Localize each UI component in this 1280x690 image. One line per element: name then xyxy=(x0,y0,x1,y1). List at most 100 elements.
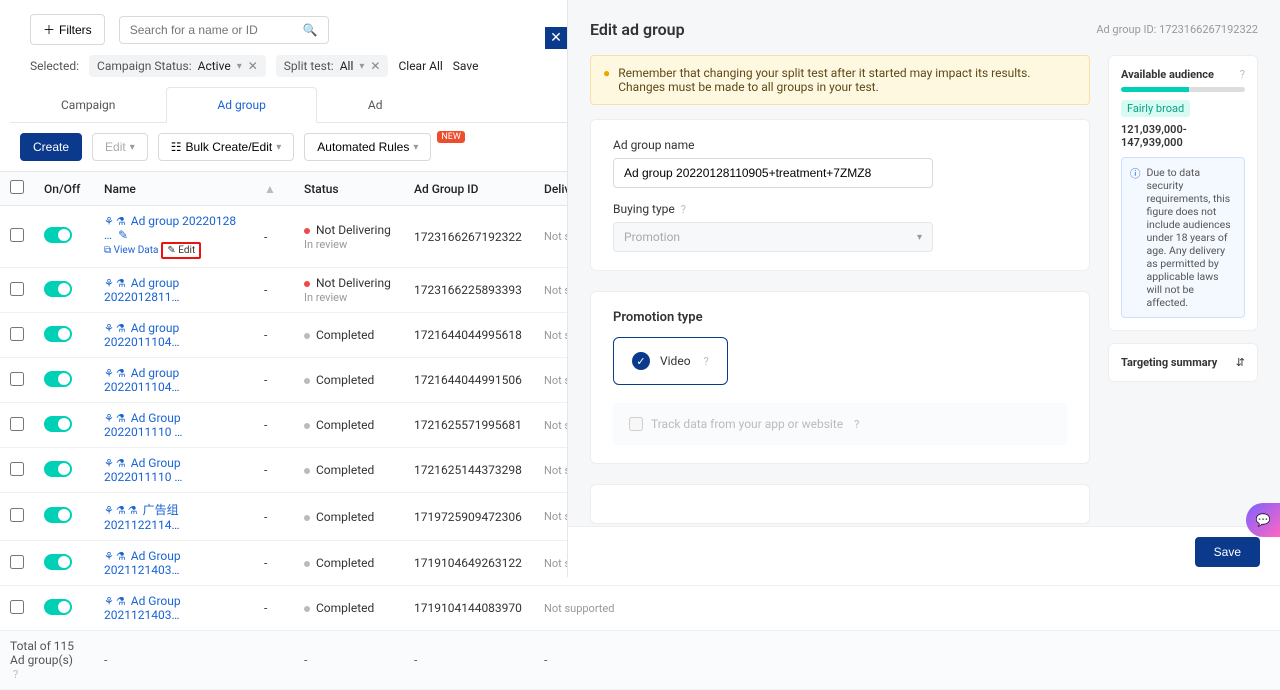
toggle-switch[interactable] xyxy=(44,281,72,297)
check-icon: ✓ xyxy=(632,352,650,370)
flask-icon: ⚗ xyxy=(116,277,126,290)
ad-group-name-input[interactable] xyxy=(613,158,933,188)
col-name[interactable]: Name xyxy=(94,172,254,206)
warn-cell: - xyxy=(254,586,294,631)
row-checkbox[interactable] xyxy=(10,555,24,569)
warning-icon: ● xyxy=(603,66,610,94)
edit-link-highlight[interactable]: ✎ Edit xyxy=(161,242,201,259)
promotion-type-title: Promotion type xyxy=(613,310,1067,325)
status-dot xyxy=(304,606,310,612)
toggle-switch[interactable] xyxy=(44,326,72,342)
name-cell: ⚘⚗ Ad group 2022011104… xyxy=(94,313,254,358)
search-input[interactable] xyxy=(130,23,303,37)
promotion-video-option[interactable]: ✓ Video ? xyxy=(613,337,728,385)
select-all-checkbox[interactable] xyxy=(10,180,24,194)
row-checkbox[interactable] xyxy=(10,327,24,341)
empty-card xyxy=(590,484,1090,524)
status-dot xyxy=(304,333,310,339)
create-button[interactable]: Create xyxy=(20,133,82,161)
warn-cell: - xyxy=(254,403,294,448)
chevron-down-icon: ▾ xyxy=(276,142,281,153)
save-filters-link[interactable]: Save xyxy=(453,59,479,73)
id-cell: 1723166267192322 xyxy=(404,206,534,268)
status-cell: Completed xyxy=(294,541,404,586)
plus-icon: ＋ xyxy=(43,21,55,38)
help-icon[interactable]: ? xyxy=(1240,68,1245,81)
flask-icon: ⚗ xyxy=(128,504,138,517)
close-icon[interactable]: ✕ xyxy=(248,59,258,73)
tab-ad-group[interactable]: Ad group xyxy=(166,87,316,123)
clear-all-link[interactable]: Clear All xyxy=(398,59,442,73)
bulk-create-edit-button[interactable]: ☷ Bulk Create/Edit ▾ xyxy=(158,133,295,161)
row-checkbox[interactable] xyxy=(10,372,24,386)
filters-button[interactable]: ＋Filters xyxy=(30,14,105,45)
status-dot xyxy=(304,468,310,474)
warn-cell: - xyxy=(254,358,294,403)
warning-icon: ▲ xyxy=(264,182,276,196)
track-checkbox xyxy=(629,417,643,431)
new-badge: NEW xyxy=(437,131,465,143)
row-checkbox[interactable] xyxy=(10,417,24,431)
row-checkbox[interactable] xyxy=(10,228,24,242)
toggle-switch[interactable] xyxy=(44,461,72,477)
selected-label: Selected: xyxy=(30,59,79,73)
id-cell: 1723166225893393 xyxy=(404,268,534,313)
toggle-switch[interactable] xyxy=(44,227,72,243)
toggle-switch[interactable] xyxy=(44,507,72,523)
people-icon: ⚘ xyxy=(104,595,114,608)
buying-type-label: Buying type ? xyxy=(613,202,1067,216)
warn-cell: - xyxy=(254,206,294,268)
filter-pill-campaign-status[interactable]: Campaign Status: Active ▾ ✕ xyxy=(89,55,266,77)
status-dot xyxy=(304,281,310,287)
status-dot xyxy=(304,515,310,521)
people-icon: ⚘ xyxy=(104,457,114,470)
help-icon[interactable]: ? xyxy=(704,355,709,368)
targeting-summary-box[interactable]: Targeting summary ⇵ xyxy=(1108,343,1258,382)
save-button[interactable]: Save xyxy=(1195,537,1260,567)
status-dot xyxy=(304,378,310,384)
promotion-type-card: Promotion type ✓ Video ? Track data from… xyxy=(590,291,1090,464)
pencil-icon[interactable]: ✎ xyxy=(118,228,128,242)
people-icon: ⚘ xyxy=(104,550,114,563)
toggle-switch[interactable] xyxy=(44,599,72,615)
col-onoff: On/Off xyxy=(34,172,94,206)
close-panel-button[interactable]: ✕ xyxy=(545,27,567,49)
audience-range: 121,039,000-147,939,000 xyxy=(1121,123,1245,149)
flask-icon: ⚗ xyxy=(116,412,126,425)
delivery-cell: Not supported xyxy=(534,586,1280,631)
row-checkbox[interactable] xyxy=(10,462,24,476)
audience-breadth-tag: Fairly broad xyxy=(1121,100,1190,117)
col-ad-group-id: Ad Group ID xyxy=(404,172,534,206)
row-checkbox[interactable] xyxy=(10,600,24,614)
info-icon: ⓘ xyxy=(1130,166,1141,309)
tab-campaign[interactable]: Campaign xyxy=(10,87,166,122)
search-input-wrap[interactable]: 🔍 xyxy=(119,16,329,44)
flask-icon: ⚗ xyxy=(116,215,126,228)
automated-rules-button[interactable]: Automated Rules ▾ xyxy=(304,133,431,161)
close-icon[interactable]: ✕ xyxy=(370,59,380,73)
edit-dropdown[interactable]: Edit ▾ xyxy=(92,133,148,161)
help-icon[interactable]: ? xyxy=(13,668,18,681)
chat-fab[interactable]: 💬 xyxy=(1246,503,1280,537)
people-icon: ⚘ xyxy=(104,412,114,425)
chevron-down-icon: ▾ xyxy=(359,61,364,72)
toggle-switch[interactable] xyxy=(44,554,72,570)
warn-cell: - xyxy=(254,448,294,493)
name-cell: ⚘⚗ Ad group 2022011104… xyxy=(94,358,254,403)
status-cell: Completed xyxy=(294,448,404,493)
row-checkbox[interactable] xyxy=(10,282,24,296)
tab-ad[interactable]: Ad xyxy=(317,87,434,122)
warning-alert: ● Remember that changing your split test… xyxy=(590,55,1090,105)
audience-info: ⓘ Due to data security requirements, thi… xyxy=(1121,157,1245,318)
row-checkbox[interactable] xyxy=(10,508,24,522)
status-dot xyxy=(304,228,310,234)
audience-bar xyxy=(1121,87,1245,92)
help-icon[interactable]: ? xyxy=(681,203,686,216)
filter-pill-split-test[interactable]: Split test: All ▾ ✕ xyxy=(276,55,389,77)
toggle-switch[interactable] xyxy=(44,416,72,432)
toggle-switch[interactable] xyxy=(44,371,72,387)
name-cell: ⚘⚗ Ad group 2022012811… xyxy=(94,268,254,313)
chevron-down-icon: ▾ xyxy=(130,142,135,153)
people-icon: ⚘ xyxy=(104,322,114,335)
view-data-link[interactable]: ⧉ View Data xyxy=(104,245,158,256)
